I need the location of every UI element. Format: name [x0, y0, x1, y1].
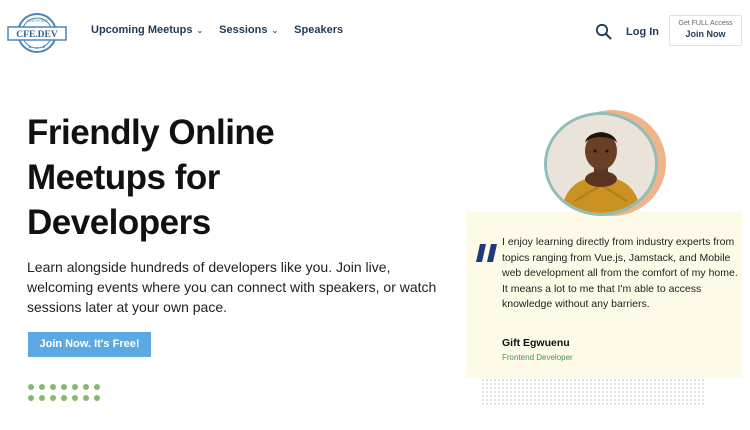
testimonial-quote: I enjoy learning directly from industry … — [502, 236, 738, 311]
join-now-subtitle: Get FULL Access — [678, 20, 733, 27]
logo-arc-text: CERTIFIED — [26, 18, 47, 23]
logo-text: CFE.DEV — [16, 30, 58, 40]
site-header: CFE.DEV CERTIFIED Upcoming Meetups ⌄ Ses… — [0, 0, 750, 66]
dot — [94, 395, 100, 401]
dot — [61, 384, 67, 390]
dot — [72, 395, 78, 401]
dot — [72, 384, 78, 390]
testimonial-name: Gift Egwuenu — [502, 337, 570, 349]
dot — [28, 384, 34, 390]
nav-label: Speakers — [294, 24, 344, 36]
hero-title: Friendly Online Meetups for Developers — [27, 110, 357, 245]
join-now-button[interactable]: Get FULL Access Join Now — [669, 15, 742, 46]
cfe-dev-logo[interactable]: CFE.DEV CERTIFIED — [6, 12, 68, 54]
nav-sessions[interactable]: Sessions ⌄ — [219, 24, 278, 36]
hero-title-line: Developers — [27, 203, 211, 242]
chevron-down-icon: ⌄ — [196, 26, 204, 35]
dot — [50, 384, 56, 390]
testimonial-avatar-wrap — [544, 108, 666, 216]
hero-title-line: Friendly Online — [27, 113, 275, 152]
dot — [94, 384, 100, 390]
quote-icon — [474, 236, 500, 266]
join-free-button[interactable]: Join Now. It's Free! — [28, 332, 151, 357]
decorative-dot-pattern — [481, 378, 705, 406]
decorative-dot-grid — [28, 384, 108, 404]
login-link[interactable]: Log In — [626, 26, 659, 38]
testimonial-role: Frontend Developer — [502, 353, 573, 362]
hero-title-line: Meetups for — [27, 158, 220, 197]
join-now-label: Join Now — [685, 29, 726, 39]
dot — [39, 395, 45, 401]
dot — [83, 384, 89, 390]
testimonial-avatar — [544, 112, 658, 216]
nav-upcoming-meetups[interactable]: Upcoming Meetups ⌄ — [91, 24, 203, 36]
nav-label: Sessions — [219, 24, 268, 36]
nav-label: Upcoming Meetups — [91, 24, 193, 36]
chevron-down-icon: ⌄ — [271, 26, 279, 35]
dot — [39, 384, 45, 390]
main-nav: Upcoming Meetups ⌄ Sessions ⌄ Speakers — [91, 24, 343, 36]
dot — [61, 395, 67, 401]
dot — [50, 395, 56, 401]
dot — [83, 395, 89, 401]
dot — [28, 395, 34, 401]
hero-description: Learn alongside hundreds of developers l… — [27, 259, 437, 315]
search-icon[interactable] — [595, 23, 612, 40]
nav-speakers[interactable]: Speakers — [294, 24, 343, 36]
